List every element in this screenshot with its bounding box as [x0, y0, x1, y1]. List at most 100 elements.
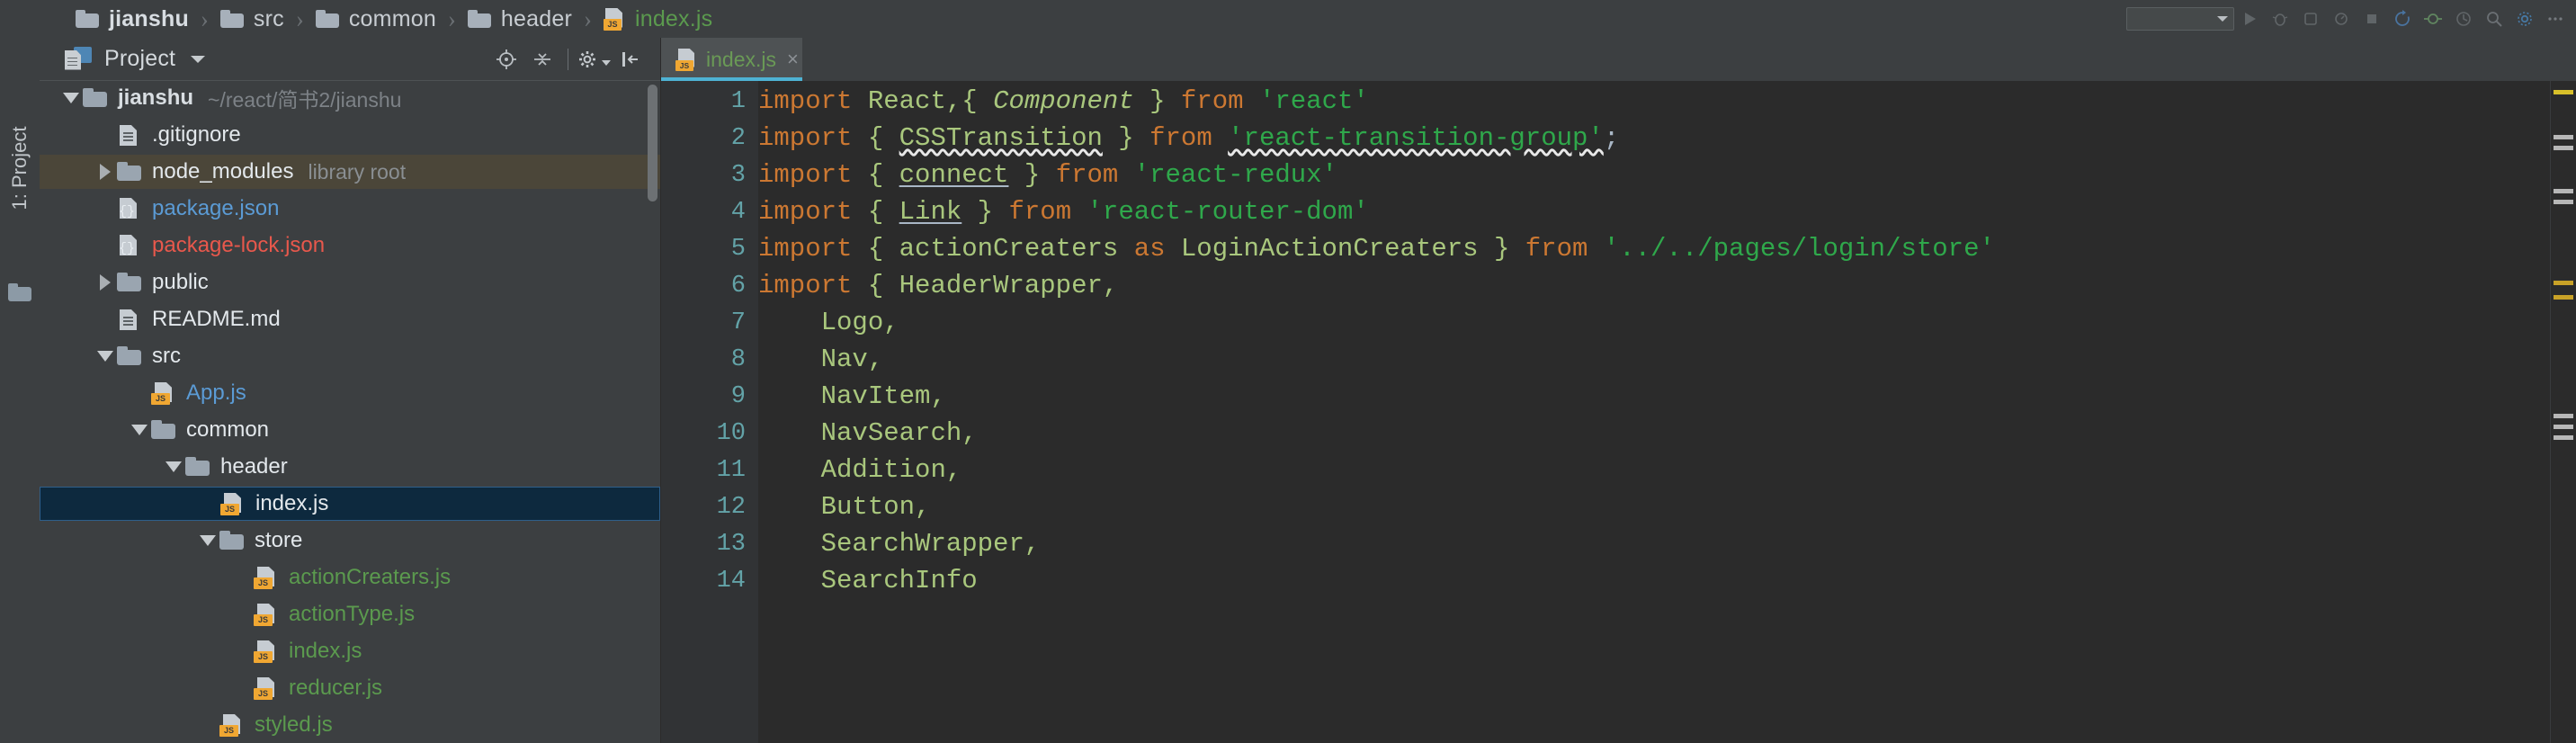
breadcrumb-item-jianshu[interactable]: jianshu: [76, 0, 189, 38]
tree-item-index-js[interactable]: JS index.js: [40, 487, 660, 521]
chevron-right-icon[interactable]: [94, 265, 117, 300]
locate-icon[interactable]: [488, 41, 524, 77]
breadcrumb-item-index-js[interactable]: JS index.js: [603, 0, 712, 38]
code-editor[interactable]: 1 2 3 4 5 6 7 8 9 10 11 12 13 14 import React,{ Compo…: [661, 81, 2576, 743]
chevron-down-icon[interactable]: [128, 413, 151, 447]
editor-tab-bar: JS index.js ×: [661, 38, 2576, 81]
tree-item-reducer-js[interactable]: JS reducer.js: [40, 671, 660, 705]
chevron-down-icon[interactable]: [94, 339, 117, 373]
code-line[interactable]: import { HeaderWrapper,: [758, 273, 2576, 300]
chevron-down-icon[interactable]: [191, 55, 206, 63]
profiler-icon[interactable]: [2326, 4, 2357, 34]
line-number: 6: [730, 273, 746, 300]
tree-item-label: node_modules: [152, 159, 294, 184]
code-line[interactable]: Button,: [758, 494, 2576, 521]
line-number: 3: [730, 162, 746, 189]
breadcrumb-item-header[interactable]: header: [467, 0, 572, 38]
code-line[interactable]: Nav,: [758, 346, 2576, 373]
tree-item-styled-js[interactable]: JS styled.js: [40, 708, 660, 742]
js-file-icon: JS: [220, 493, 246, 515]
code-line[interactable]: NavItem,: [758, 383, 2576, 410]
tree-item-public[interactable]: public: [40, 265, 660, 300]
scrollbar-marker[interactable]: [2554, 425, 2573, 429]
tree-item-src[interactable]: src: [40, 339, 660, 373]
code-line[interactable]: import React,{ Component } from 'react': [758, 88, 2576, 115]
code-line[interactable]: NavSearch,: [758, 420, 2576, 447]
tree-twisty-empty: [197, 487, 220, 521]
tree-twisty-empty: [230, 560, 254, 595]
tree-item-common[interactable]: common: [40, 413, 660, 447]
folder-icon: [76, 10, 99, 28]
tree-item-header[interactable]: header: [40, 450, 660, 484]
scrollbar-marker[interactable]: [2554, 135, 2573, 139]
tree-item-store[interactable]: store: [40, 524, 660, 558]
history-icon[interactable]: [2448, 4, 2479, 34]
coverage-icon[interactable]: [2295, 4, 2326, 34]
tree-item-readme-md[interactable]: README.md: [40, 302, 660, 336]
code-line[interactable]: import { connect } from 'react-redux': [758, 162, 2576, 189]
collapse-all-icon[interactable]: [524, 41, 560, 77]
scrollbar-marker[interactable]: [2554, 281, 2573, 285]
code-content[interactable]: import React,{ Component } from 'react' i…: [758, 81, 2576, 743]
code-token: 'react': [1258, 86, 1369, 116]
folder-icon: [83, 87, 108, 109]
close-icon[interactable]: ×: [787, 49, 799, 69]
code-token: Button: [820, 492, 916, 522]
search-everywhere-icon[interactable]: [2479, 4, 2509, 34]
code-line[interactable]: Logo,: [758, 309, 2576, 336]
chevron-down-icon[interactable]: [59, 81, 83, 115]
tree-item-package-lock-json[interactable]: {} package-lock.json: [40, 228, 660, 263]
scrollbar-marker[interactable]: [2554, 200, 2573, 204]
chevron-right-icon[interactable]: [94, 155, 117, 189]
tree-item-actioncreaters-js[interactable]: JS actionCreaters.js: [40, 560, 660, 595]
more-icon[interactable]: [2540, 4, 2571, 34]
breadcrumb-item-src[interactable]: src: [219, 0, 284, 38]
scrollbar-marker[interactable]: [2554, 295, 2573, 300]
code-token: ,: [945, 455, 962, 485]
code-line[interactable]: import { Link } from 'react-router-dom': [758, 199, 2576, 226]
settings-gear-icon[interactable]: [2509, 4, 2540, 34]
code-line[interactable]: Addition,: [758, 457, 2576, 484]
stop-icon[interactable]: [2357, 4, 2387, 34]
settings-gear-icon[interactable]: [576, 41, 612, 77]
debug-icon[interactable]: [2265, 4, 2295, 34]
tree-item--gitignore[interactable]: .gitignore: [40, 118, 660, 152]
code-line[interactable]: SearchInfo: [758, 568, 2576, 595]
code-token: import: [758, 123, 853, 153]
scrollbar-marker[interactable]: [2554, 435, 2573, 440]
scrollbar-marker[interactable]: [2554, 414, 2573, 418]
chevron-down-icon[interactable]: [196, 524, 219, 558]
hide-panel-icon[interactable]: [612, 41, 648, 77]
commit-icon[interactable]: [2418, 4, 2448, 34]
code-token: Logo: [820, 308, 884, 337]
run-icon[interactable]: [2234, 4, 2265, 34]
tree-item-package-json[interactable]: {} package.json: [40, 192, 660, 226]
main-toolbar-right: [2126, 0, 2576, 38]
tree-item-index-js[interactable]: JS index.js: [40, 634, 660, 668]
breadcrumb-item-common[interactable]: common: [315, 0, 436, 38]
tool-window-tab-project[interactable]: 1: Project: [0, 65, 40, 301]
editor-marker-scrollbar[interactable]: [2550, 81, 2576, 743]
editor-tab-index-js[interactable]: JS index.js ×: [661, 38, 802, 81]
code-line[interactable]: import { CSSTransition } from 'react-tra…: [758, 125, 2576, 152]
project-tree[interactable]: jianshu ~/react/简书2/jianshu .gitignore node…: [40, 81, 660, 743]
scrollbar-marker[interactable]: [2554, 146, 2573, 150]
tree-item-actiontype-js[interactable]: JS actionType.js: [40, 597, 660, 631]
project-panel-scrollbar[interactable]: [648, 85, 657, 201]
js-file-icon: JS: [603, 7, 626, 31]
code-line[interactable]: import { actionCreaters as LoginActionCr…: [758, 236, 2576, 263]
project-panel-header: Project: [40, 38, 660, 81]
tree-item-jianshu[interactable]: jianshu ~/react/简书2/jianshu: [40, 81, 660, 115]
tree-item-app-js[interactable]: JS App.js: [40, 376, 660, 410]
chevron-down-icon[interactable]: [162, 450, 185, 484]
scrollbar-marker[interactable]: [2554, 90, 2573, 94]
tree-item-label: README.md: [152, 307, 281, 331]
tree-item-node-modules[interactable]: node_modules library root: [40, 155, 660, 189]
run-configuration-select[interactable]: [2126, 7, 2234, 31]
update-icon[interactable]: [2387, 4, 2418, 34]
code-line[interactable]: SearchWrapper,: [758, 531, 2576, 558]
editor-area: JS index.js × 1 2 3 4 5 6 7 8 9 10 11 12 13 14 import…: [661, 38, 2576, 743]
scrollbar-marker[interactable]: [2554, 189, 2573, 193]
code-token: Nav: [820, 345, 868, 374]
